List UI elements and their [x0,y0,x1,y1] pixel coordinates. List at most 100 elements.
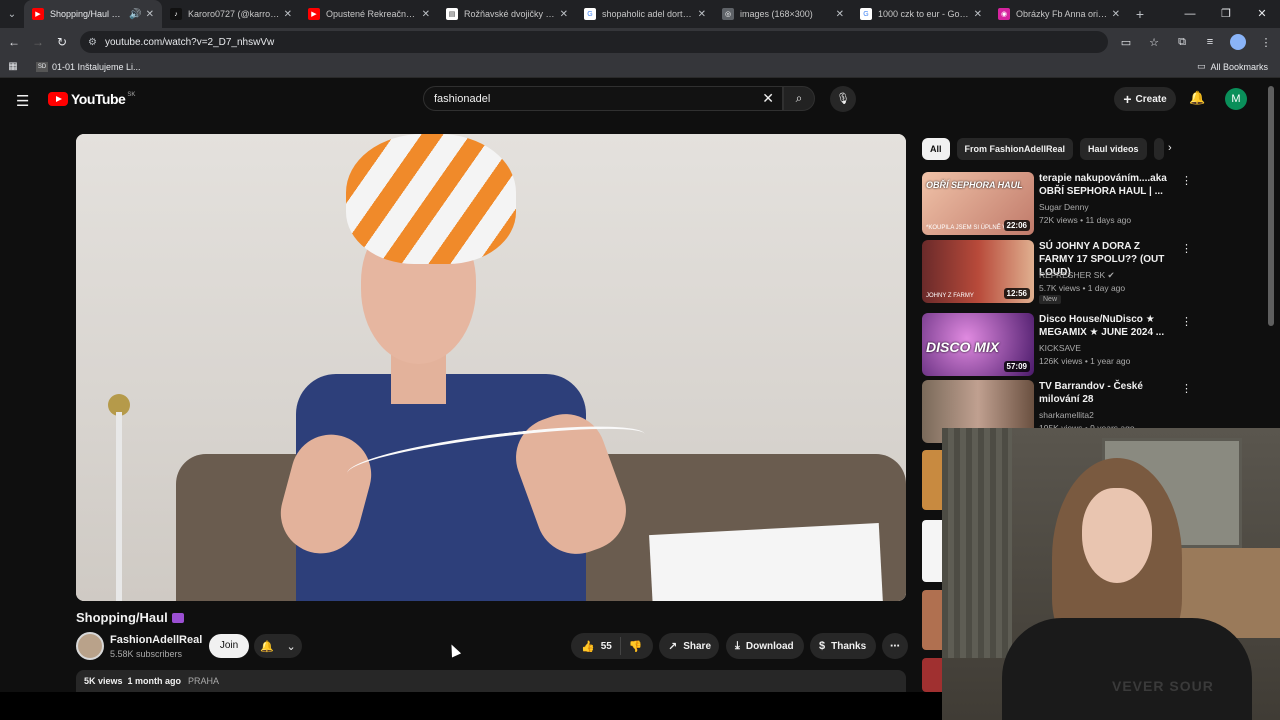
thumbnail-caption: OBŘÍ SEPHORA HAUL [926,180,1023,190]
video-player[interactable] [76,134,906,601]
kebab-menu-icon[interactable]: ⋮ [1181,174,1192,187]
tiktok-icon: ♪ [170,8,182,20]
recommendation-title[interactable]: terapie nakupováním....aka OBŘÍ SEPHORA … [1039,172,1177,198]
video-title: Shopping/Haul [76,610,184,625]
close-tab-icon[interactable]: ✕ [560,9,568,20]
browser-tab[interactable]: ♪ Karoro0727 (@karroro07 ✕ [162,0,300,28]
cast-icon[interactable]: ▭ [1112,36,1140,49]
bookmark-label: 01-01 Inštalujeme Li... [52,61,141,72]
minimize-icon[interactable]: — [1172,0,1208,28]
browser-tab[interactable]: G 1000 czk to eur - Google ✕ [852,0,990,28]
reload-icon[interactable]: ↻ [50,35,74,49]
video-thumbnail[interactable]: OBŘÍ SEPHORA HAUL *KOUPILA JSEM SI ÚPLNĚ… [922,172,1034,235]
video-thumbnail[interactable] [922,590,944,650]
thumbnail-subcaption: *KOUPILA JSEM SI ÚPLNĚ VŠ... [926,225,1016,231]
subscription-bell-dropdown[interactable]: 🔔 ⌄ [254,634,302,658]
create-button[interactable]: + Create [1114,87,1176,111]
page-scrollbar[interactable] [1268,86,1274,326]
tab-title: 1000 czk to eur - Google [878,9,970,19]
share-button[interactable]: ↗ Share [659,633,719,659]
dislike-button[interactable]: 👎 [621,640,651,653]
browser-tab[interactable]: ▤ Rožňavské dvojičky v Koši ✕ [438,0,576,28]
chip-all[interactable]: All [922,138,950,160]
close-tab-icon[interactable]: ✕ [974,9,982,20]
close-tab-icon[interactable]: ✕ [146,9,154,20]
view-count: 5K views [84,676,123,686]
bookmark-star-icon[interactable]: ☆ [1140,36,1168,49]
search-button[interactable]: ⌕ [783,86,815,111]
google-icon: G [860,8,872,20]
notifications-bell-icon[interactable]: 🔔 [1189,90,1205,106]
chip-from-channel[interactable]: From FashionAdellReal [956,138,1074,160]
like-button[interactable]: 👍 55 [571,637,621,655]
url-field[interactable]: ⚙ youtube.com/watch?v=2_D7_nhswVw [80,31,1108,53]
download-button[interactable]: ⤓ Download [726,633,804,659]
browser-tab[interactable]: ▶ Opustené Rekreačné Zari ✕ [300,0,438,28]
location-tag[interactable]: PRAHA [188,676,219,686]
voice-search-button[interactable]: 🎙 [830,86,856,112]
recommendation-meta: 72K views • 11 days ago [1039,215,1132,225]
thanks-button[interactable]: $ Thanks [810,633,876,659]
recommendation-channel[interactable]: Sugar Denny [1039,202,1089,212]
more-actions-button[interactable]: ⋯ [882,633,908,659]
all-bookmarks-button[interactable]: ▭ All Bookmarks [1197,61,1268,72]
apps-grid-icon[interactable]: ▦ [0,61,26,72]
recommendation-title[interactable]: Disco House/NuDisco ★ MEGAMIX ★ JUNE 202… [1039,313,1177,339]
channel-name[interactable]: FashionAdellReal [110,634,202,646]
browser-tab[interactable]: ◉ Obrázky Fb Anna originál ✕ [990,0,1128,28]
recommendation-item[interactable]: OBŘÍ SEPHORA HAUL *KOUPILA JSEM SI ÚPLNĚ… [922,172,1192,236]
hamburger-menu-icon[interactable]: ☰ [16,92,29,110]
close-tab-icon[interactable]: ✕ [836,9,844,20]
video-thumbnail[interactable] [922,520,944,582]
video-thumbnail[interactable]: DISCO MIX 57:09 [922,313,1034,376]
kebab-menu-icon[interactable]: ⋮ [1181,382,1192,395]
video-thumbnail[interactable] [922,658,944,692]
clear-search-icon[interactable]: ✕ [762,90,774,107]
close-tab-icon[interactable]: ✕ [422,9,430,20]
instagram-icon: ◉ [998,8,1010,20]
close-tab-icon[interactable]: ✕ [284,9,292,20]
google-icon: G [584,8,596,20]
video-thumbnail[interactable]: JOHNY Z FARMY 12:56 [922,240,1034,303]
recommendation-channel[interactable]: sharkamellita2 [1039,410,1094,420]
close-tab-icon[interactable]: ✕ [698,9,706,20]
chip-partial[interactable] [1153,138,1164,160]
forward-icon[interactable]: → [26,35,50,49]
chevron-right-icon[interactable]: › [1168,142,1172,154]
channel-avatar[interactable] [76,632,104,660]
extensions-icon[interactable]: ⧉ [1168,36,1196,49]
mouse-cursor [446,642,462,658]
new-tab-icon[interactable]: + [1128,6,1152,22]
close-tab-icon[interactable]: ✕ [1112,9,1120,20]
tab-search-icon[interactable]: ⌄ [0,0,24,28]
reading-list-icon[interactable]: ≡ [1196,36,1224,48]
search-input[interactable]: fashionadel ✕ [423,86,783,111]
site-info-icon[interactable]: ⚙ [88,37,97,48]
recommendation-meta: 5.7K views • 1 day ago [1039,283,1126,293]
browser-tab[interactable]: ◎ images (168×300) ✕ [714,0,852,28]
browser-tab[interactable]: G shopaholic adel dorty - G ✕ [576,0,714,28]
thanks-label: Thanks [831,640,867,652]
kebab-menu-icon[interactable]: ⋮ [1181,242,1192,255]
back-icon[interactable]: ← [2,35,26,49]
recommendation-item[interactable]: DISCO MIX 57:09 Disco House/NuDisco ★ ME… [922,313,1192,377]
menu-icon[interactable]: ⋮ [1252,36,1280,49]
recommendation-channel[interactable]: KICKSAVE [1039,343,1081,353]
close-window-icon[interactable]: ✕ [1244,0,1280,28]
recommendation-item[interactable]: JOHNY Z FARMY 12:56 SÚ JOHNY A DORA Z FA… [922,240,1192,304]
mute-icon[interactable]: 🔊 [129,9,141,20]
address-bar-row: ← → ↻ ⚙ youtube.com/watch?v=2_D7_nhswVw … [0,28,1280,56]
recommendation-title[interactable]: TV Barrandov - České milování 28 [1039,380,1177,406]
youtube-logo[interactable]: YouTube SK [48,91,135,107]
account-avatar[interactable]: M [1225,88,1247,110]
bookmark-item[interactable]: SD 01-01 Inštalujeme Li... [36,61,141,72]
browser-tab[interactable]: ▶ Shopping/Haul 🛍️ - Yo 🔊 ✕ [24,0,162,28]
chip-haul-videos[interactable]: Haul videos [1080,138,1147,160]
description-box[interactable]: 5K views 1 month ago PRAHA [76,670,906,692]
kebab-menu-icon[interactable]: ⋮ [1181,315,1192,328]
restore-icon[interactable]: ❐ [1208,0,1244,28]
video-thumbnail[interactable] [922,450,944,510]
profile-avatar[interactable] [1230,34,1246,50]
join-button[interactable]: Join [209,634,249,658]
recommendation-channel[interactable]: REFRESHER SK ✔ [1039,270,1115,281]
